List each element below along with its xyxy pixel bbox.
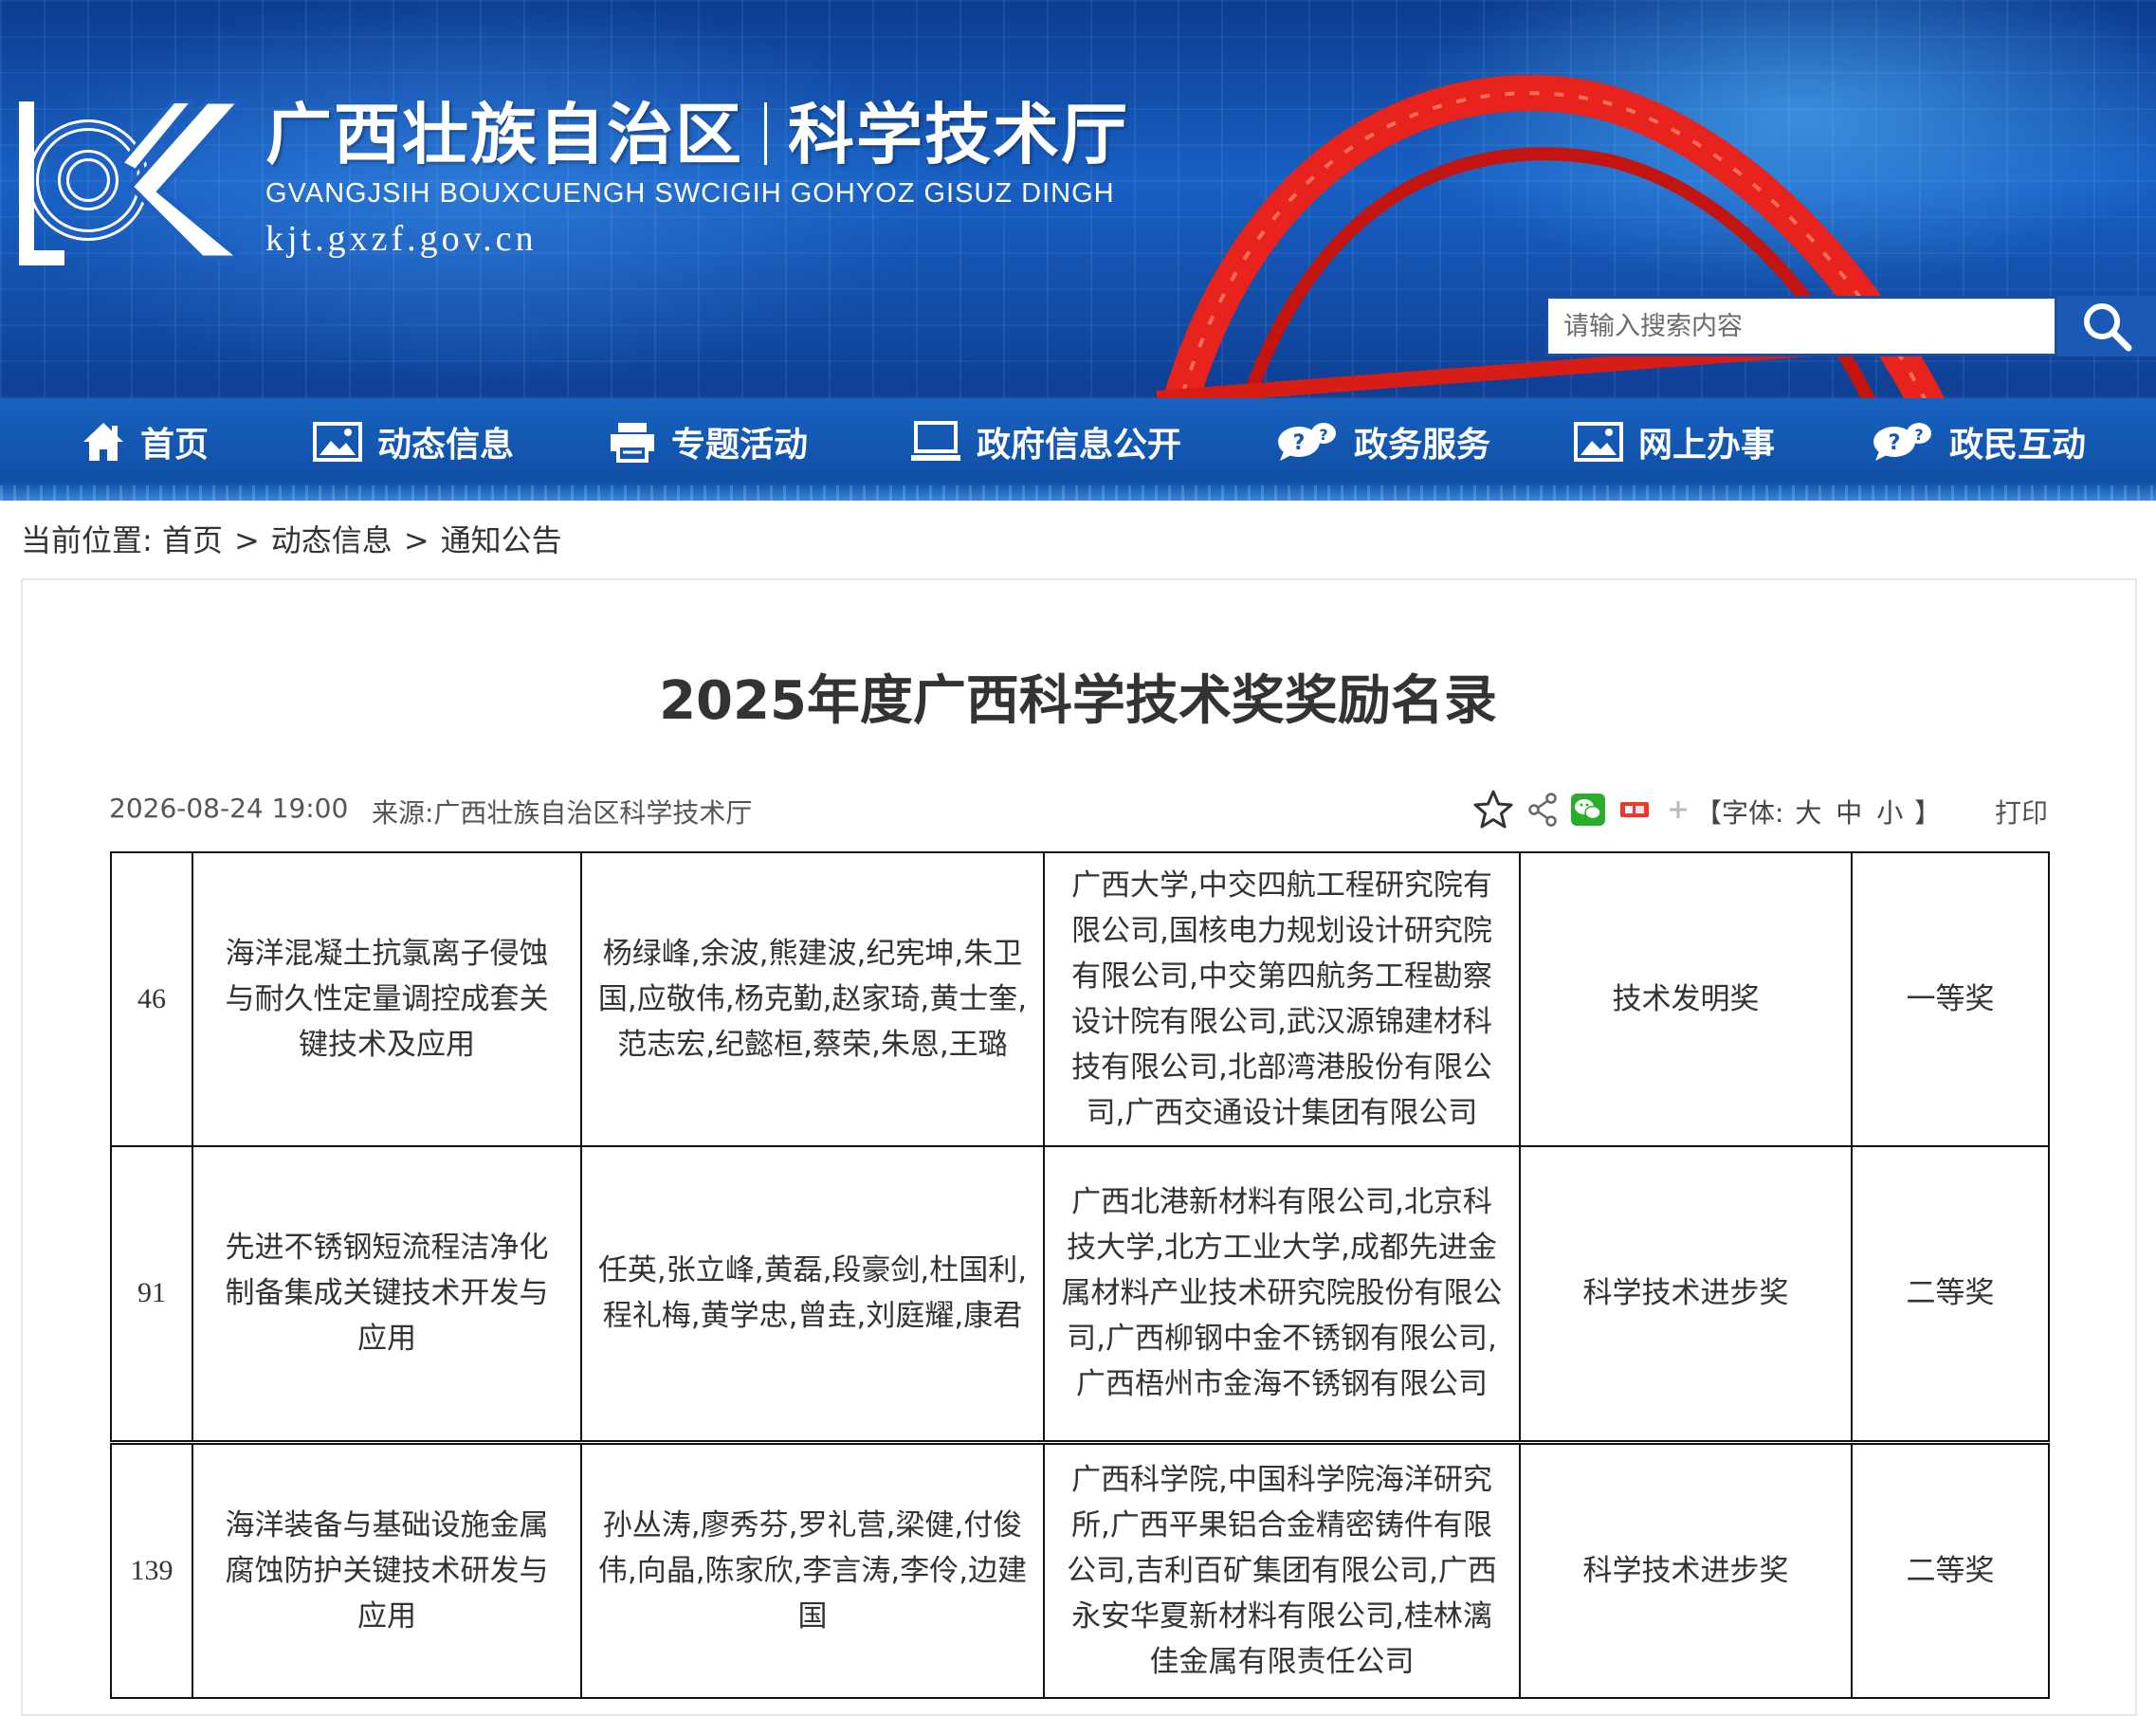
main-nav: 首页 动态信息 专题活动 政府信息公开 ? ? 政务服务 网上办事 ? ? 政民…	[0, 398, 2156, 501]
participants: 孙丛涛,廖秀芬,罗礼营,梁健,付俊伟,向晶,陈家欣,李言涛,李伶,边建国	[580, 1439, 1045, 1699]
site-banner: 广西壮族自治区 科学技术厅 GVANGJSIH BOUXCUENGH SWCIGI…	[0, 0, 2156, 398]
svg-text:?: ?	[1293, 431, 1306, 455]
completing-units: 广西大学,中交四航工程研究院有限公司,国核电力规划设计研究院有限公司,中交第四航…	[1043, 851, 1521, 1147]
publish-date: 2026-08-24 19:00	[109, 793, 349, 824]
breadcrumb-item-notices[interactable]: 通知公告	[441, 522, 562, 558]
plus-icon	[1670, 801, 1687, 818]
completing-units: 广西北港新材料有限公司,北京科技大学,北方工业大学,成都先进金属材料产业技术研究…	[1043, 1145, 1521, 1443]
site-title-left: 广西壮族自治区	[265, 95, 743, 173]
nav-label: 政府信息公开	[977, 426, 1182, 465]
nav-item-news[interactable]: 动态信息	[313, 398, 514, 485]
breadcrumb-separator: >	[403, 522, 429, 558]
nav-item-online-services[interactable]: 网上办事	[1574, 398, 1775, 485]
breadcrumb: 当前位置: 首页 > 动态信息 > 通知公告	[21, 517, 562, 560]
search-button[interactable]	[2057, 296, 2156, 356]
site-title: 广西壮族自治区 科学技术厅	[265, 82, 1129, 177]
share-button[interactable]	[1527, 793, 1558, 827]
star-icon	[1473, 790, 1513, 829]
monitor-icon	[911, 421, 960, 461]
site-logo[interactable]	[8, 87, 247, 267]
font-size-medium[interactable]: 中	[1836, 797, 1862, 829]
nav-label: 网上办事	[1638, 426, 1776, 465]
wechat-icon	[1571, 794, 1605, 826]
chat-question-icon: ? ?	[1278, 423, 1336, 461]
home-icon	[83, 423, 123, 461]
share-icon	[1528, 793, 1557, 827]
wechat-share-button[interactable]	[1571, 794, 1605, 826]
row-number: 46	[110, 851, 193, 1147]
article-title: 2025年度广西科学技术奖奖励名录	[659, 670, 1497, 732]
font-size-large[interactable]: 大	[1795, 797, 1821, 829]
printer-icon	[611, 423, 654, 463]
table-row: 91 先进不锈钢短流程洁净化制备集成关键技术开发与应用 任英,张立峰,黄磊,段豪…	[110, 1145, 2050, 1443]
nav-label: 政务服务	[1354, 426, 1491, 465]
award-category: 科学技术进步奖	[1519, 1145, 1853, 1443]
image-icon	[1574, 422, 1623, 462]
site-title-right: 科学技术厅	[788, 95, 1129, 173]
award-table: 46 海洋混凝土抗氯离子侵蚀与耐久性定量调控成套关键技术及应用 杨绿峰,余波,熊…	[110, 851, 2050, 1699]
participants: 杨绿峰,余波,熊建波,纪宪坤,朱卫国,应敬伟,杨克勤,赵家琦,黄士奎,范志宏,纪…	[580, 851, 1045, 1147]
nav-decoration	[0, 485, 2156, 501]
award-grade: 二等奖	[1851, 1439, 2050, 1699]
row-number: 91	[110, 1145, 193, 1443]
font-size-prefix: 【字体:	[1695, 797, 1784, 829]
award-grade: 二等奖	[1851, 1145, 2050, 1443]
nav-label: 政民互动	[1949, 426, 2087, 465]
favorite-button[interactable]	[1472, 789, 1514, 831]
nav-item-home[interactable]: 首页	[82, 398, 209, 485]
search-input[interactable]	[1545, 296, 2057, 356]
svg-text:?: ?	[1319, 426, 1327, 444]
svg-text:?: ?	[1889, 431, 1901, 455]
font-size-suffix: 】	[1914, 797, 1942, 829]
share-toolbar	[1472, 787, 1692, 832]
project-name: 海洋混凝土抗氯离子侵蚀与耐久性定量调控成套关键技术及应用	[192, 851, 582, 1147]
table-row: 139 海洋装备与基础设施金属腐蚀防护关键技术研发与应用 孙丛涛,廖秀芬,罗礼营…	[110, 1439, 2050, 1699]
more-share-button[interactable]	[1664, 795, 1692, 824]
article-source: 来源:广西壮族自治区科学技术厅	[372, 797, 753, 829]
weibo-icon	[1620, 802, 1649, 817]
breadcrumb-item-news[interactable]: 动态信息	[271, 522, 393, 558]
row-number: 139	[110, 1439, 193, 1699]
award-category: 技术发明奖	[1519, 851, 1853, 1147]
breadcrumb-separator: >	[233, 522, 260, 558]
nav-label: 动态信息	[377, 426, 515, 465]
breadcrumb-prefix: 当前位置:	[21, 522, 153, 558]
search-icon	[2084, 303, 2132, 352]
nav-label: 专题活动	[671, 426, 809, 465]
chat-question-icon: ? ?	[1873, 423, 1931, 461]
nav-label: 首页	[140, 426, 210, 465]
logo-icon	[19, 99, 247, 265]
project-name: 海洋装备与基础设施金属腐蚀防护关键技术研发与应用	[192, 1439, 582, 1699]
svg-text:?: ?	[1914, 426, 1923, 444]
weibo-share-button[interactable]	[1618, 797, 1651, 822]
award-category: 科学技术进步奖	[1519, 1439, 1853, 1699]
site-subtitle: GVANGJSIH BOUXCUENGH SWCIGIH GOHYOZ GISU…	[265, 178, 1115, 209]
completing-units: 广西科学院,中国科学院海洋研究所,广西平果铝合金精密铸件有限公司,吉利百矿集团有…	[1043, 1439, 1521, 1699]
table-row: 46 海洋混凝土抗氯离子侵蚀与耐久性定量调控成套关键技术及应用 杨绿峰,余波,熊…	[110, 851, 2050, 1147]
nav-item-services[interactable]: ? ? 政务服务	[1276, 398, 1490, 485]
font-size-control: 【字体: 大 中 小 】	[1695, 793, 1941, 831]
font-size-small[interactable]: 小	[1876, 797, 1903, 829]
project-name: 先进不锈钢短流程洁净化制备集成关键技术开发与应用	[192, 1145, 582, 1443]
image-icon	[313, 422, 362, 462]
breadcrumb-item-home[interactable]: 首页	[162, 522, 223, 558]
nav-item-interaction[interactable]: ? ? 政民互动	[1872, 398, 2086, 485]
nav-item-gov-info[interactable]: 政府信息公开	[910, 398, 1181, 485]
award-grade: 一等奖	[1851, 851, 2050, 1147]
print-button[interactable]: 打印	[1995, 793, 2048, 831]
title-divider	[764, 102, 767, 165]
nav-item-topics[interactable]: 专题活动	[609, 398, 808, 485]
participants: 任英,张立峰,黄磊,段豪剑,杜国利,程礼梅,黄学忠,曾垚,刘庭耀,康君	[580, 1145, 1045, 1443]
site-domain: kjt.gxzf.gov.cn	[265, 219, 538, 259]
